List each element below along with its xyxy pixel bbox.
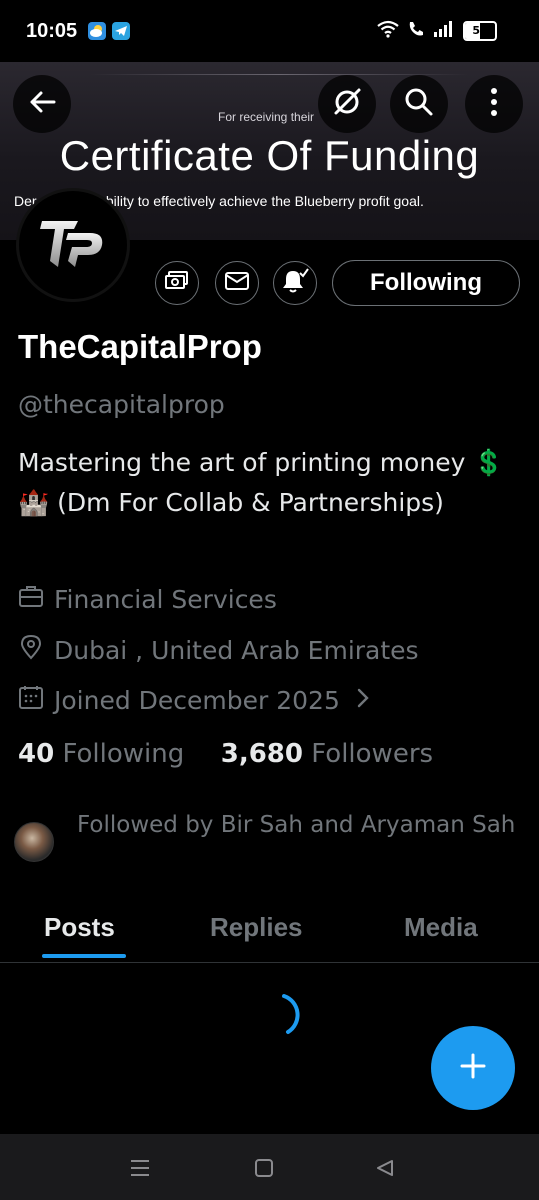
weather-app-icon <box>88 22 106 40</box>
message-button[interactable] <box>215 261 259 305</box>
tab-replies[interactable]: Replies <box>210 912 303 943</box>
telegram-app-icon <box>112 22 130 40</box>
loading-spinner <box>258 992 306 1044</box>
plus-icon <box>458 1051 488 1085</box>
profile-joined: Joined December 2025 <box>54 685 340 715</box>
notifications-button[interactable] <box>273 261 317 305</box>
followers-word: Followers <box>311 739 434 769</box>
tab-posts[interactable]: Posts <box>44 912 115 943</box>
more-button[interactable] <box>465 75 523 133</box>
joined-row[interactable]: Joined December 2025 <box>18 684 370 716</box>
bell-check-icon <box>281 268 309 298</box>
subscribe-button[interactable] <box>155 261 199 305</box>
following-button[interactable]: Following <box>332 260 520 306</box>
follow-counts: 40 Following 3,680 Followers <box>18 739 433 769</box>
profile-handle: @thecapitalprop <box>18 390 225 419</box>
following-count-link[interactable]: 40 Following <box>18 739 184 769</box>
location-pin-icon <box>18 634 44 666</box>
active-tab-indicator <box>42 954 126 958</box>
category-row: Financial Services <box>18 584 277 614</box>
battery-level: 50 <box>472 24 488 37</box>
search-button[interactable] <box>390 75 448 133</box>
followed-by-avatar[interactable] <box>14 822 54 862</box>
location-row: Dubai , United Arab Emirates <box>18 634 419 666</box>
chevron-right-icon <box>356 686 370 715</box>
profile-category: Financial Services <box>54 584 277 614</box>
back-button[interactable] <box>13 75 71 133</box>
profile-avatar[interactable] <box>16 188 130 302</box>
status-time: 10:05 <box>26 20 78 42</box>
calendar-icon <box>18 684 44 716</box>
compose-post-button[interactable] <box>431 1026 515 1110</box>
status-bar: 10:05 50 <box>0 0 539 62</box>
profile-name: TheCapitalProp <box>18 328 262 365</box>
wifi-icon <box>377 20 399 42</box>
battery-icon: 50 <box>463 21 497 41</box>
following-word: Following <box>62 739 185 769</box>
grok-icon <box>331 86 363 122</box>
back-triangle-icon[interactable] <box>375 1158 395 1182</box>
followed-by-text[interactable]: Followed by Bir Sah and Aryaman Sah <box>77 808 517 842</box>
call-icon <box>407 20 425 42</box>
money-icon <box>164 270 190 296</box>
profile-location: Dubai , United Arab Emirates <box>54 635 419 665</box>
tp-logo-icon <box>40 221 103 267</box>
signal-icon <box>433 21 455 41</box>
followers-count-link[interactable]: 3,680 Followers <box>221 739 433 769</box>
envelope-icon <box>224 271 250 295</box>
banner-small-text: For receiving their <box>218 110 315 124</box>
recents-menu-icon[interactable] <box>129 1158 151 1182</box>
grok-button[interactable] <box>318 75 376 133</box>
more-vertical-icon <box>489 87 499 121</box>
briefcase-icon <box>18 584 44 614</box>
banner-title: Certificate Of Funding <box>59 132 480 179</box>
home-square-icon[interactable] <box>254 1158 274 1182</box>
tab-media[interactable]: Media <box>404 912 478 943</box>
back-arrow-icon <box>27 87 57 121</box>
following-count: 40 <box>18 739 55 769</box>
status-icons: 50 <box>377 20 497 42</box>
system-nav-bar <box>0 1134 539 1200</box>
search-icon <box>403 86 435 122</box>
profile-bio: Mastering the art of printing money 💲🏰 (… <box>18 448 505 517</box>
followers-count: 3,680 <box>220 739 303 769</box>
